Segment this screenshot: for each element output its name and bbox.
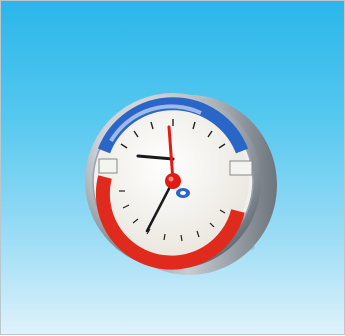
brand-logo-icon: [176, 188, 190, 198]
scale-tab-right: [229, 160, 253, 176]
needle-hub-highlight: [168, 176, 174, 182]
needle-hub: [165, 173, 181, 189]
product-photo-frame: [0, 0, 345, 335]
scale-tab-left: [98, 158, 118, 174]
gauge-illustration: [85, 93, 277, 275]
